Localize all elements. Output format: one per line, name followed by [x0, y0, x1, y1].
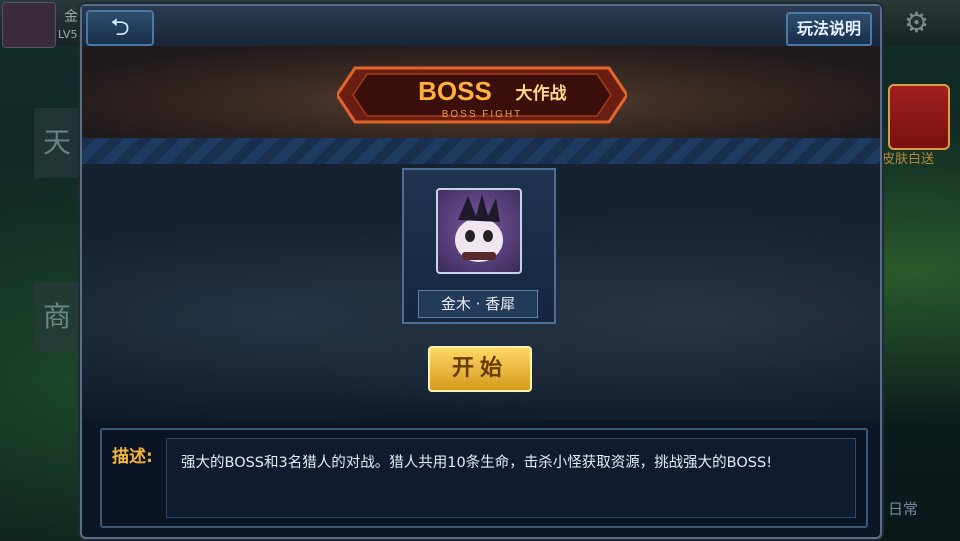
- title-banner: BOSS 大作战 BOSS FIGHT: [82, 46, 880, 138]
- start-button[interactable]: 开始: [428, 346, 532, 392]
- help-button[interactable]: 玩法说明: [786, 12, 872, 46]
- banner-title-cn: 大作战: [516, 83, 567, 104]
- daily-tab[interactable]: 日常: [888, 498, 918, 519]
- banner-subtitle: BOSS FIGHT: [442, 109, 523, 120]
- panel-header: [82, 6, 880, 46]
- shop-label: 商: [42, 300, 71, 333]
- gift-icon[interactable]: [888, 84, 950, 150]
- description-label: 描述:: [112, 447, 153, 467]
- back-button[interactable]: ⮌: [86, 10, 154, 46]
- boss-portrait-icon: [436, 188, 522, 274]
- back-arrow-icon: ⮌: [110, 13, 130, 41]
- boss-name: 金木 · 香犀: [418, 290, 538, 318]
- player-level: LV5: [58, 28, 78, 41]
- banner-title-boss: BOSS: [418, 76, 492, 106]
- description-box: 描述: 强大的BOSS和3名猎人的对战。猎人共用10条生命，击杀小怪获取资源，挑…: [100, 428, 868, 528]
- rank-icon[interactable]: 天: [34, 108, 80, 178]
- shop-icon[interactable]: 商: [34, 282, 80, 352]
- rank-label: 天: [42, 126, 71, 159]
- description-content: 强大的BOSS和3名猎人的对战。猎人共用10条生命，击杀小怪获取资源，挑战强大的…: [166, 438, 856, 518]
- player-avatar[interactable]: [2, 2, 56, 48]
- description-text: 强大的BOSS和3名猎人的对战。猎人共用10条生命，击杀小怪获取资源，挑战强大的…: [181, 455, 773, 471]
- boss-fight-panel: ⮌ 玩法说明 BOSS 大作战 BOSS FIGHT 金木 · 香犀 开始 描述…: [80, 4, 882, 539]
- decorative-stripe: [82, 138, 880, 165]
- boss-card[interactable]: 金木 · 香犀: [402, 168, 556, 324]
- player-name: 金: [64, 9, 78, 25]
- gear-icon[interactable]: ⚙: [904, 6, 929, 39]
- gift-label: 皮肤白送: [882, 152, 935, 167]
- banner-plate: BOSS 大作战 BOSS FIGHT: [337, 66, 627, 124]
